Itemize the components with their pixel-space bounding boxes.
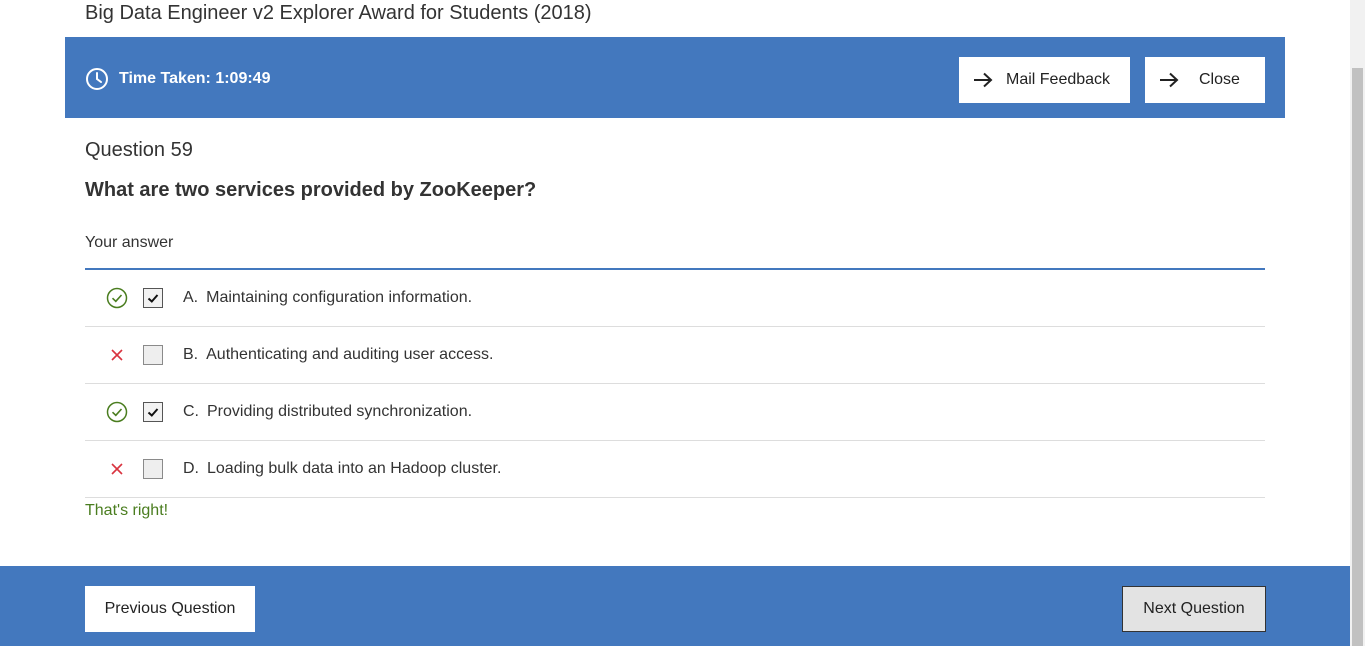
option-text: Loading bulk data into an Hadoop cluster… — [207, 460, 502, 477]
option-b-label[interactable]: B. Authenticating and auditing user acces… — [183, 346, 493, 364]
arrow-right-icon — [972, 72, 994, 88]
option-letter: B. — [183, 346, 199, 363]
option-a-checkbox[interactable] — [143, 288, 163, 308]
your-answer-heading: Your answer — [85, 234, 174, 251]
option-b-checkbox[interactable] — [143, 345, 163, 365]
mail-feedback-button[interactable]: Mail Feedback — [959, 57, 1130, 103]
time-taken: Time Taken: 1:09:49 — [85, 68, 270, 90]
option-b: B. Authenticating and auditing user acces… — [85, 327, 1265, 384]
wrong-x-icon — [106, 458, 128, 480]
previous-question-button[interactable]: Previous Question — [85, 586, 255, 632]
vertical-scrollbar[interactable] — [1350, 0, 1365, 646]
option-d: D. Loading bulk data into an Hadoop clust… — [85, 441, 1265, 498]
option-letter: D. — [183, 460, 199, 477]
question-number: Question 59 — [85, 139, 193, 161]
option-letter: C. — [183, 403, 199, 420]
option-c-checkbox[interactable] — [143, 402, 163, 422]
option-c-label[interactable]: C. Providing distributed synchronization. — [183, 403, 472, 421]
clock-icon — [85, 67, 109, 91]
correct-check-icon — [106, 287, 128, 309]
close-button[interactable]: Close — [1145, 57, 1265, 103]
close-label: Close — [1199, 71, 1240, 88]
option-letter: A. — [183, 289, 199, 306]
page-title: Big Data Engineer v2 Explorer Award for … — [85, 2, 592, 24]
header-bar: Time Taken: 1:09:49 Mail Feedback Close — [65, 37, 1285, 118]
scrollbar-thumb[interactable] — [1352, 68, 1363, 646]
option-d-label[interactable]: D. Loading bulk data into an Hadoop clust… — [183, 460, 501, 478]
option-c: C. Providing distributed synchronization. — [85, 384, 1265, 441]
result-feedback: That's right! — [85, 502, 169, 519]
option-a: A. Maintaining configuration information. — [85, 270, 1265, 327]
arrow-right-icon — [1158, 72, 1180, 88]
time-taken-label: Time Taken: 1:09:49 — [119, 70, 271, 87]
option-text: Providing distributed synchronization. — [207, 403, 473, 420]
next-question-button[interactable]: Next Question — [1122, 586, 1266, 632]
footer-bar: Previous Question Next Question — [0, 566, 1350, 646]
option-a-label[interactable]: A. Maintaining configuration information. — [183, 289, 472, 307]
wrong-x-icon — [106, 344, 128, 366]
correct-check-icon — [106, 401, 128, 423]
option-text: Authenticating and auditing user access. — [206, 346, 494, 363]
option-text: Maintaining configuration information. — [206, 289, 473, 306]
question-text: What are two services provided by ZooKee… — [85, 179, 537, 201]
mail-feedback-label: Mail Feedback — [1006, 71, 1111, 88]
answer-options: A. Maintaining configuration information.… — [85, 270, 1265, 498]
option-d-checkbox[interactable] — [143, 459, 163, 479]
